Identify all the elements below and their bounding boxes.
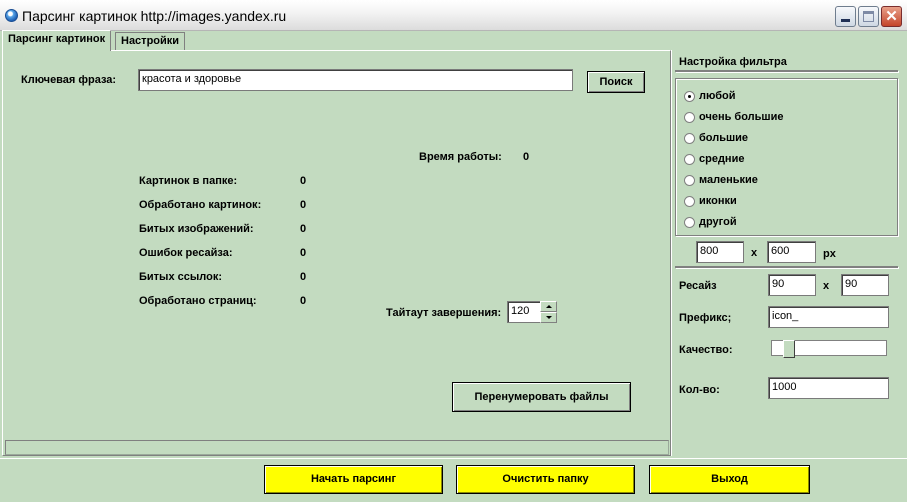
work-time-value: 0 xyxy=(523,151,530,163)
resize-divider xyxy=(675,266,898,268)
keyword-input[interactable]: красота и здоровье xyxy=(138,69,573,91)
quality-slider-thumb[interactable] xyxy=(783,340,796,358)
quality-label: Качество: xyxy=(679,344,733,356)
count-input[interactable]: 1000 xyxy=(768,377,889,399)
prefix-input[interactable]: icon_ xyxy=(768,306,889,328)
maximize-button[interactable] xyxy=(858,6,879,27)
filter-option-label: очень большие xyxy=(699,111,784,123)
filter-title-divider xyxy=(675,70,898,72)
stat-value-folder-images: 0 xyxy=(300,175,307,187)
filter-option-label: большие xyxy=(699,132,749,144)
tab-parsing[interactable]: Парсинг картинок xyxy=(2,30,112,51)
radio-button[interactable] xyxy=(684,91,695,102)
resize-width-input[interactable]: 90 xyxy=(768,274,816,296)
exit-button[interactable]: Выход xyxy=(649,465,810,494)
minimize-icon xyxy=(841,19,850,22)
filter-option-label: иконки xyxy=(699,195,737,207)
stat-label-broken-images: Битых изображений: xyxy=(139,223,254,235)
work-time-label: Время работы: xyxy=(419,151,502,163)
filter-option-label: маленькие xyxy=(699,174,758,186)
clear-folder-button[interactable]: Очистить папку xyxy=(456,465,635,494)
radio-button[interactable] xyxy=(684,196,695,207)
start-parsing-button[interactable]: Начать парсинг xyxy=(264,465,443,494)
keyword-label: Ключевая фраза: xyxy=(21,74,117,86)
stat-value-processed-images: 0 xyxy=(300,199,307,211)
maximize-icon xyxy=(863,11,874,22)
stat-value-broken-images: 0 xyxy=(300,223,307,235)
progress-bar xyxy=(5,440,669,455)
stat-label-folder-images: Картинок в папке: xyxy=(139,175,238,187)
arrow-down-icon xyxy=(546,316,552,319)
resize-label: Ресайз xyxy=(679,280,717,292)
timeout-input[interactable]: 120 xyxy=(507,301,541,323)
stat-value-processed-pages: 0 xyxy=(300,295,307,307)
arrow-up-icon xyxy=(546,305,552,308)
resize-height-input[interactable]: 90 xyxy=(841,274,889,296)
filter-title: Настройка фильтра xyxy=(679,56,787,68)
filter-option-label: другой xyxy=(699,216,737,228)
spin-down-button[interactable] xyxy=(540,312,557,323)
stat-value-broken-links: 0 xyxy=(300,271,307,283)
timeout-spinner[interactable] xyxy=(540,301,557,323)
stat-value-resize-errors: 0 xyxy=(300,247,307,259)
window-title: Парсинг картинок http://images.yandex.ru xyxy=(22,8,287,24)
custom-height-input[interactable]: 600 xyxy=(767,241,816,263)
minimize-button[interactable] xyxy=(835,6,856,27)
radio-button[interactable] xyxy=(684,175,695,186)
resize-separator: x xyxy=(823,280,830,292)
app-icon xyxy=(5,9,18,22)
count-label: Кол-во: xyxy=(679,384,720,396)
filter-option-label: средние xyxy=(699,153,745,165)
close-icon: ✕ xyxy=(885,8,898,25)
radio-button[interactable] xyxy=(684,217,695,228)
stat-label-processed-images: Обработано картинок: xyxy=(139,199,262,211)
stat-label-resize-errors: Ошибок ресайза: xyxy=(139,247,233,259)
filter-option-label: любой xyxy=(699,90,736,102)
tab-settings[interactable]: Настройки xyxy=(115,32,186,50)
radio-button[interactable] xyxy=(684,133,695,144)
custom-width-input[interactable]: 800 xyxy=(696,241,744,263)
prefix-label: Префикс; xyxy=(679,312,732,324)
radio-button[interactable] xyxy=(684,154,695,165)
radio-button[interactable] xyxy=(684,112,695,123)
stat-label-broken-links: Битых ссылок: xyxy=(139,271,222,283)
close-button[interactable]: ✕ xyxy=(881,6,902,27)
spin-up-button[interactable] xyxy=(540,301,557,312)
search-button[interactable]: Поиск xyxy=(587,71,645,93)
size-unit: px xyxy=(823,248,836,260)
size-separator: x xyxy=(751,247,758,259)
timeout-label: Тайтаут завершения: xyxy=(386,307,502,319)
stat-label-processed-pages: Обработано страниц: xyxy=(139,295,257,307)
renumber-files-button[interactable]: Перенумеровать файлы xyxy=(452,382,631,412)
